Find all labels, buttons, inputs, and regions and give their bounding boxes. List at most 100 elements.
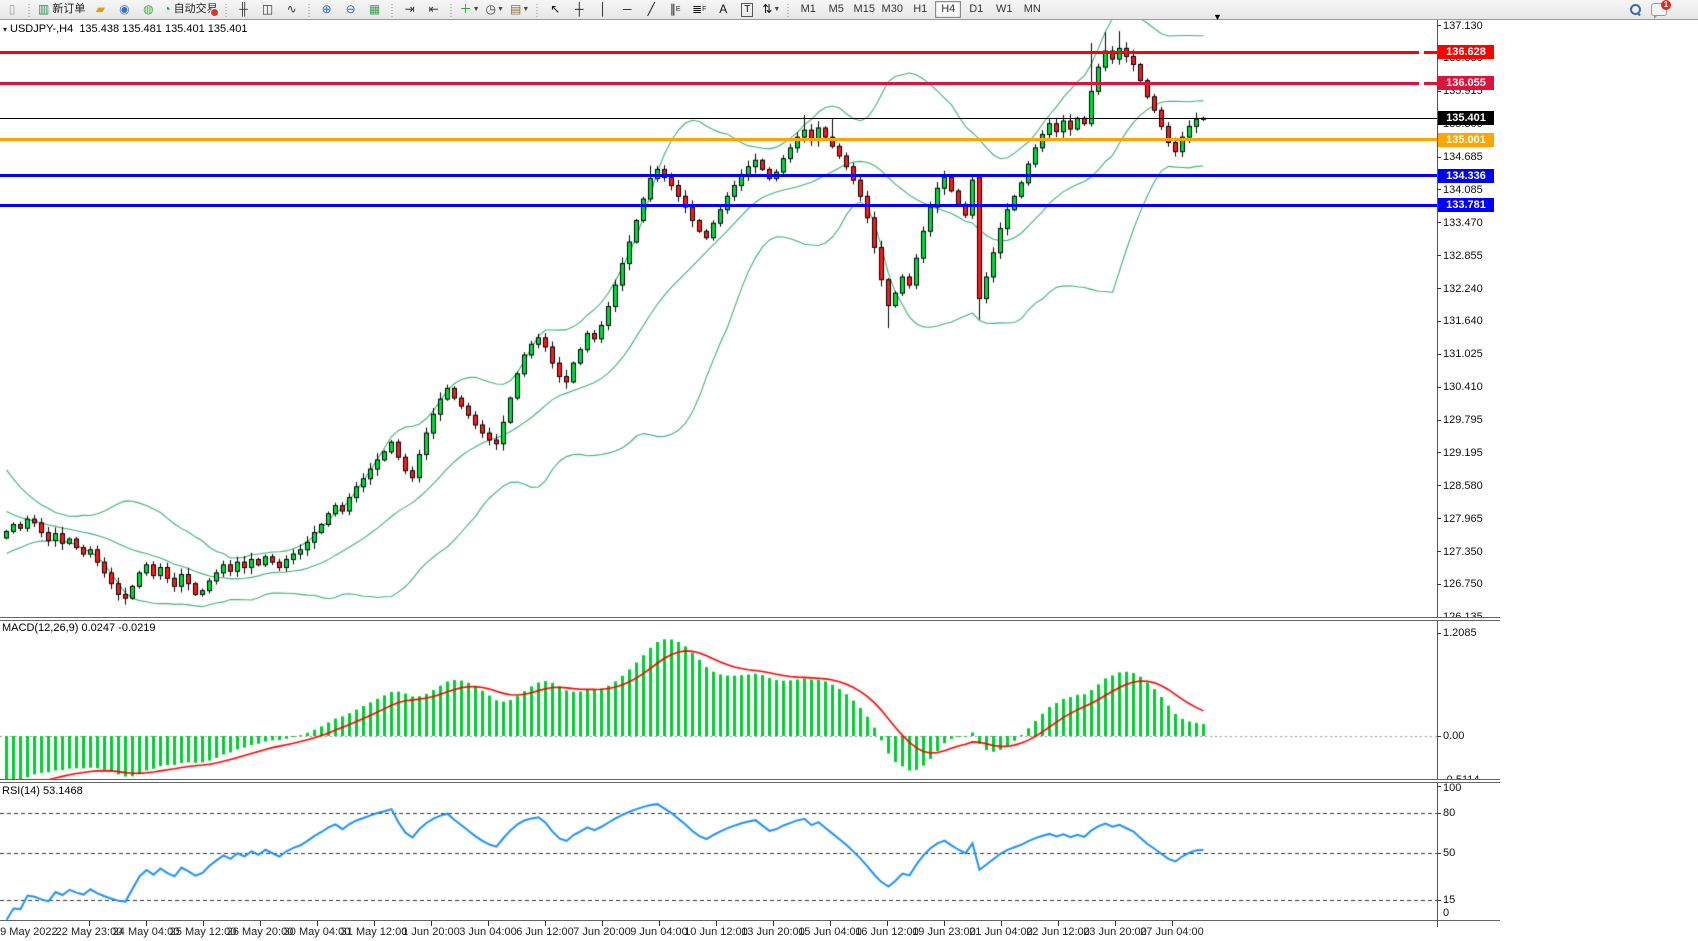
rsi-tick <box>1437 813 1441 814</box>
price-tick-label: 132.240 <box>1443 283 1483 295</box>
price-tick-label: 133.470 <box>1443 217 1483 229</box>
price-label-134.336: 134.336 <box>1438 169 1494 183</box>
time-axis-tick <box>488 921 489 926</box>
time-axis-label: 19 Jun 23:00 <box>912 926 976 938</box>
price-label-136.628: 136.628 <box>1438 45 1494 59</box>
pivot-line[interactable] <box>0 138 1437 141</box>
time-axis-tick <box>146 921 147 926</box>
price-label-133.781: 133.781 <box>1438 198 1494 212</box>
time-axis-tick <box>317 921 318 926</box>
time-axis-tick <box>830 921 831 926</box>
price-tick-label: 128.580 <box>1443 480 1483 492</box>
time-axis-label: 21 Jun 04:00 <box>969 926 1033 938</box>
time-axis-label: 27 Jun 04:00 <box>1140 926 1204 938</box>
price-tick-label: 134.085 <box>1443 184 1483 196</box>
price-label-135.001: 135.001 <box>1438 133 1494 147</box>
time-axis-label: 3 Jun 04:00 <box>459 926 517 938</box>
time-axis-label: 13 Jun 20:00 <box>741 926 805 938</box>
price-tick <box>1437 255 1441 256</box>
time-axis-tick <box>944 921 945 926</box>
chart-title: ▾USDJPY-,H4 135.438 135.481 135.401 135.… <box>3 23 248 35</box>
macd-tick <box>1437 736 1441 737</box>
notification-badge: 1 <box>1661 0 1671 10</box>
resistance-line-2-handle[interactable] <box>1419 80 1424 85</box>
symbol-period-label: USDJPY-,H4 <box>10 23 73 35</box>
time-axis-tick <box>431 921 432 926</box>
time-axis-label: 1 Jun 20:00 <box>402 926 460 938</box>
time-axis-label: 31 May 12:00 <box>341 926 408 938</box>
rsi-tick-label: 15 <box>1443 894 1455 906</box>
time-axis-label: 15 Jun 04:00 <box>798 926 862 938</box>
time-axis-tick <box>545 921 546 926</box>
price-tick-label: 129.195 <box>1443 447 1483 459</box>
rsi-tick <box>1437 853 1441 854</box>
price-tick-label: 130.410 <box>1443 381 1483 393</box>
time-axis-label: 19 May 2022 <box>0 926 58 938</box>
search-icon[interactable] <box>1624 0 1646 19</box>
price-tick <box>1437 189 1441 190</box>
time-axis-label: 22 Jun 12:00 <box>1026 926 1090 938</box>
price-label-136.055: 136.055 <box>1438 76 1494 90</box>
rsi-tick-label: 80 <box>1443 807 1455 819</box>
time-axis-tick <box>203 921 204 926</box>
time-axis-label: 10 Jun 12:00 <box>684 926 748 938</box>
time-axis-label: 9 Jun 04:00 <box>630 926 688 938</box>
time-axis-tick <box>1115 921 1116 926</box>
ohlc-readout: 135.438 135.481 135.401 135.401 <box>79 23 247 35</box>
macd-label: MACD(12,26,9) 0.0247 -0.0219 <box>2 622 155 634</box>
time-axis-tick <box>1172 921 1173 926</box>
rsi-tick-label: 0 <box>1443 907 1449 919</box>
price-tick-label: 132.855 <box>1443 250 1483 262</box>
panel-separator-macd[interactable] <box>0 617 1500 621</box>
price-tick-label: 134.685 <box>1443 151 1483 163</box>
time-axis-tick <box>716 921 717 926</box>
chart-shift-marker: ▼ <box>1213 12 1222 22</box>
bottom-border <box>0 920 1500 921</box>
price-tick-label: 129.795 <box>1443 414 1483 426</box>
price-tick <box>1437 354 1441 355</box>
time-axis-label: 6 Jun 12:00 <box>516 926 574 938</box>
time-axis-label: 23 Jun 20:00 <box>1083 926 1147 938</box>
price-tick <box>1437 452 1441 453</box>
current-price-line <box>0 118 1437 119</box>
macd-tick-label: 1.2085 <box>1443 627 1477 639</box>
price-tick-label: 131.640 <box>1443 315 1483 327</box>
price-tick-label: 127.350 <box>1443 546 1483 558</box>
price-tick <box>1437 222 1441 223</box>
rsi-label: RSI(14) 53.1468 <box>2 785 83 797</box>
rsi-tick-label: 100 <box>1443 782 1461 794</box>
resistance-line-1-handle[interactable] <box>1419 49 1424 54</box>
price-tick <box>1437 584 1441 585</box>
rsi-tick <box>1437 900 1441 901</box>
time-axis-tick <box>260 921 261 926</box>
price-tick-label: 137.130 <box>1443 20 1483 32</box>
price-tick <box>1437 321 1441 322</box>
price-tick <box>1437 518 1441 519</box>
time-axis-label: 16 Jun 12:00 <box>855 926 919 938</box>
time-axis-tick <box>374 921 375 926</box>
price-tick <box>1437 91 1441 92</box>
price-tick <box>1437 25 1441 26</box>
time-axis-tick <box>887 921 888 926</box>
price-tick <box>1437 420 1441 421</box>
time-axis-tick <box>773 921 774 926</box>
mt4-window: ▯▥新订单▰◉◍◔自动交易╫◫∿⊕⊖▦⇥⇤＋▼◷▼▤▼↖┼│─╱∥E≣FAT⇅▼… <box>0 0 1698 941</box>
price-tick-label: 127.965 <box>1443 513 1483 525</box>
time-axis-tick <box>659 921 660 926</box>
time-axis-tick <box>1001 921 1002 926</box>
price-tick <box>1437 288 1441 289</box>
price-tick <box>1437 485 1441 486</box>
support-line-2[interactable] <box>0 204 1437 207</box>
current-price-label: 135.401 <box>1438 111 1494 125</box>
resistance-line-1[interactable] <box>0 51 1437 54</box>
price-tick-label: 126.750 <box>1443 578 1483 590</box>
price-tick-label: 131.025 <box>1443 348 1483 360</box>
price-tick <box>1437 387 1441 388</box>
support-line-1[interactable] <box>0 174 1437 177</box>
chat-notification-icon[interactable]: 1 <box>1648 0 1670 19</box>
chart-title-marker: ▾ <box>3 25 7 34</box>
resistance-line-2[interactable] <box>0 82 1437 85</box>
time-axis-tick <box>602 921 603 926</box>
panel-separator-rsi[interactable] <box>0 779 1500 783</box>
time-axis-tick <box>1058 921 1059 926</box>
